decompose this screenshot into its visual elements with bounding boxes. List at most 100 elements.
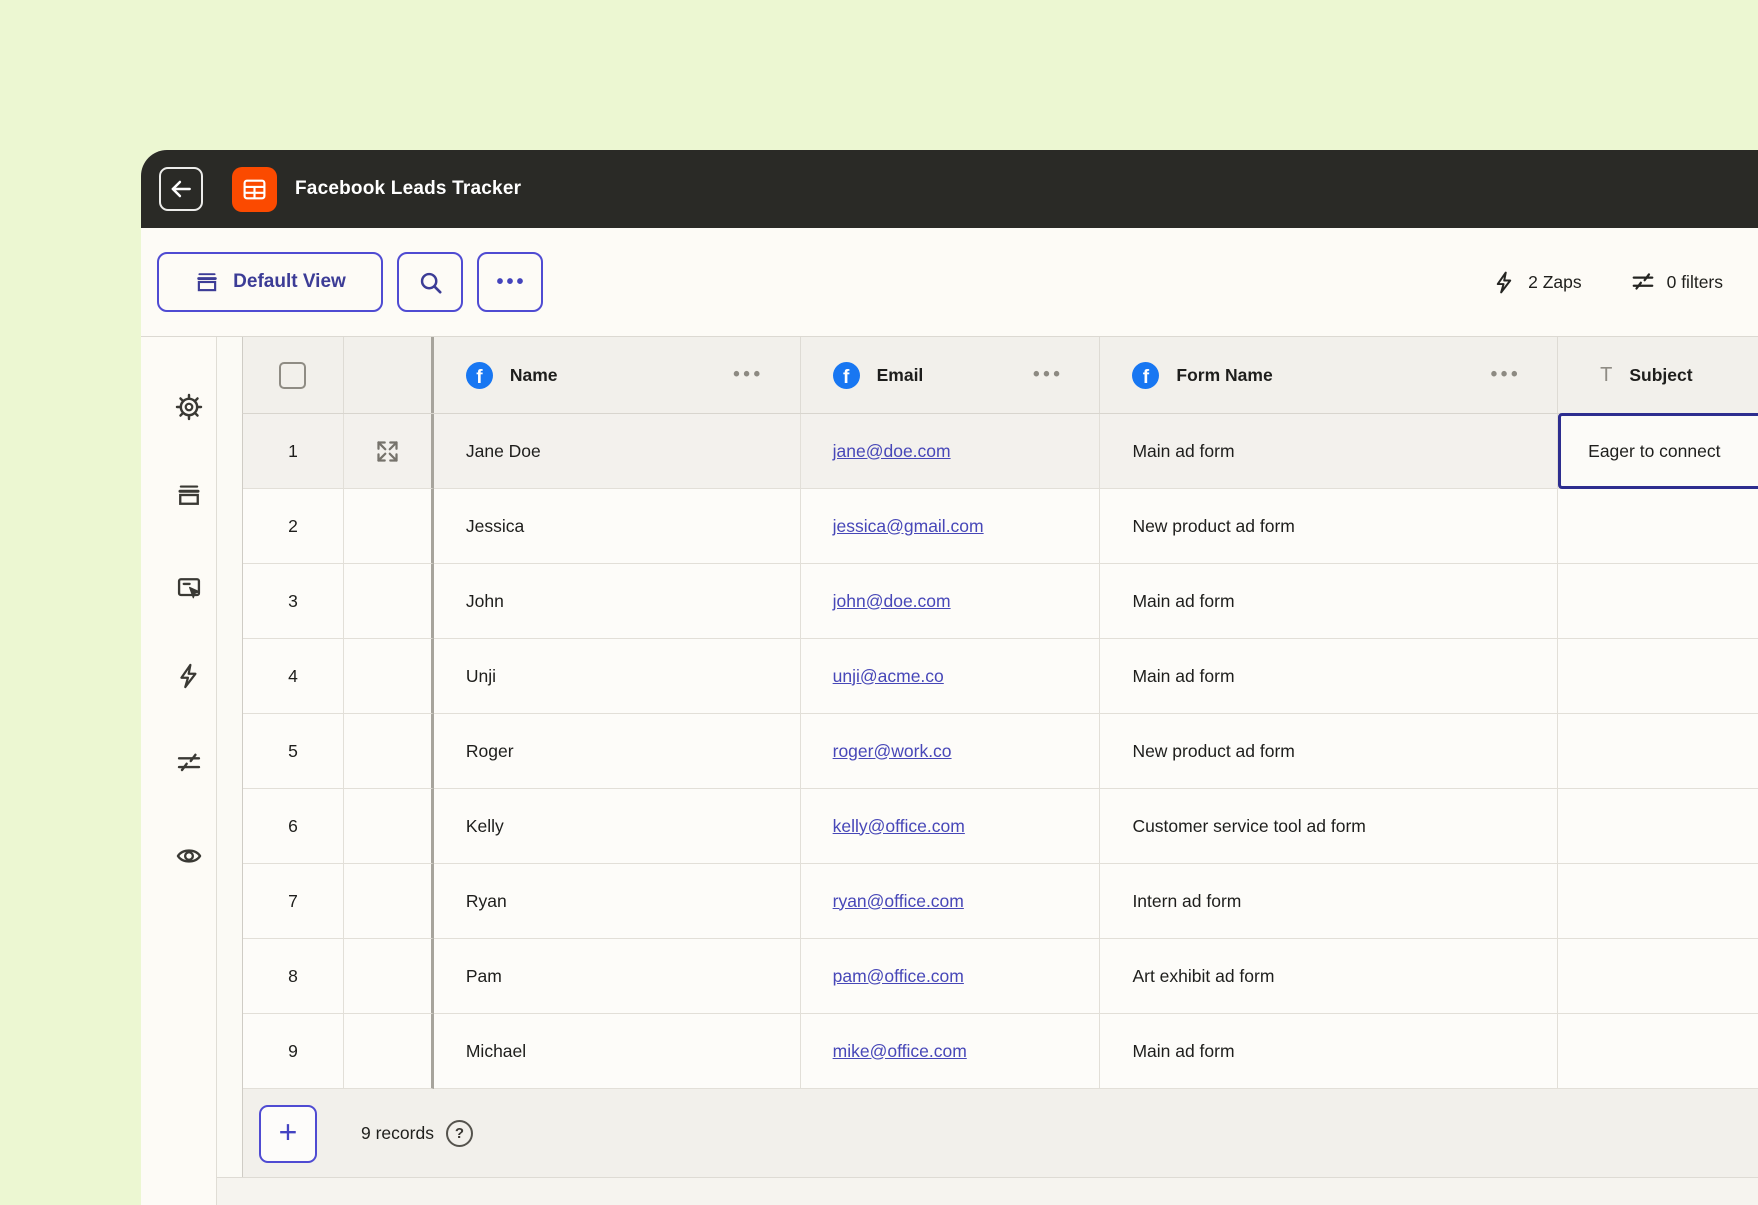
- row-number[interactable]: 5: [243, 714, 344, 789]
- email-link[interactable]: roger@work.co: [833, 741, 952, 762]
- page-cursor-icon[interactable]: [175, 574, 203, 602]
- cell-name[interactable]: Jane Doe: [433, 414, 801, 489]
- column-header-form-name[interactable]: f Form Name •••: [1100, 337, 1559, 413]
- cell-form-name[interactable]: Main ad form: [1100, 414, 1559, 489]
- help-icon[interactable]: ?: [445, 1120, 473, 1147]
- zaps-indicator[interactable]: 2 Zaps: [1492, 270, 1582, 295]
- column-header-subject[interactable]: T Subject: [1558, 337, 1758, 413]
- cell-subject[interactable]: [1558, 489, 1758, 564]
- cell-name[interactable]: Ryan: [433, 864, 801, 939]
- cell-email[interactable]: ryan@office.com: [800, 864, 1101, 939]
- table-row: 1 Jane Doe jane@doe.com Main ad form Eag…: [242, 413, 1758, 489]
- column-label: Email: [876, 364, 924, 385]
- row-expand-cell[interactable]: [343, 939, 434, 1014]
- cell-subject[interactable]: [1558, 789, 1758, 864]
- email-link[interactable]: unji@acme.co: [833, 666, 944, 687]
- cell-name[interactable]: Michael: [433, 1014, 801, 1089]
- filters-indicator[interactable]: 0 filters: [1630, 269, 1723, 295]
- email-link[interactable]: kelly@office.com: [833, 816, 965, 837]
- horizontal-scroll-track[interactable]: [217, 1177, 1758, 1205]
- cell-form-name[interactable]: Main ad form: [1100, 564, 1559, 639]
- cell-name[interactable]: Jessica: [433, 489, 801, 564]
- expand-record-icon[interactable]: [374, 438, 401, 465]
- row-number[interactable]: 2: [243, 489, 344, 564]
- facebook-icon: f: [465, 361, 493, 389]
- cell-email[interactable]: mike@office.com: [800, 1014, 1101, 1089]
- email-link[interactable]: pam@office.com: [833, 966, 964, 987]
- email-link[interactable]: jane@doe.com: [833, 441, 951, 462]
- search-button[interactable]: [397, 252, 463, 312]
- column-menu-icon[interactable]: •••: [1033, 364, 1063, 386]
- cell-form-name[interactable]: Art exhibit ad form: [1100, 939, 1559, 1014]
- email-link[interactable]: ryan@office.com: [833, 891, 964, 912]
- select-all-checkbox[interactable]: [279, 361, 307, 389]
- more-options-button[interactable]: •••: [477, 252, 543, 312]
- cell-subject-selected[interactable]: Eager to connect: [1558, 413, 1758, 489]
- title-bar: Facebook Leads Tracker: [141, 150, 1758, 228]
- cell-form-name[interactable]: New product ad form: [1100, 489, 1559, 564]
- cell-email[interactable]: unji@acme.co: [800, 639, 1101, 714]
- lightning-icon: [1492, 270, 1517, 295]
- select-all-cell: [243, 337, 344, 413]
- cell-name[interactable]: Unji: [433, 639, 801, 714]
- default-view-button[interactable]: Default View: [157, 252, 383, 312]
- default-view-label: Default View: [233, 271, 346, 292]
- row-number[interactable]: 6: [243, 789, 344, 864]
- eye-icon[interactable]: [175, 842, 203, 870]
- gear-icon[interactable]: [175, 393, 203, 421]
- row-expand-cell[interactable]: [343, 564, 434, 639]
- cell-form-name[interactable]: Main ad form: [1100, 1014, 1559, 1089]
- cell-email[interactable]: john@doe.com: [800, 564, 1101, 639]
- cell-form-name[interactable]: Customer service tool ad form: [1100, 789, 1559, 864]
- cell-email[interactable]: jessica@gmail.com: [800, 489, 1101, 564]
- column-header-email[interactable]: f Email •••: [801, 337, 1101, 413]
- row-expand-cell[interactable]: [343, 639, 434, 714]
- cell-email[interactable]: jane@doe.com: [800, 414, 1101, 489]
- selected-cell[interactable]: Eager to connect: [1558, 413, 1758, 489]
- table-row: 6 Kelly kelly@office.com Customer servic…: [242, 789, 1758, 864]
- column-menu-icon[interactable]: •••: [1491, 364, 1521, 386]
- cell-subject[interactable]: [1558, 639, 1758, 714]
- row-number[interactable]: 1: [243, 414, 344, 489]
- cell-name[interactable]: John: [433, 564, 801, 639]
- row-expand-cell[interactable]: [343, 789, 434, 864]
- cell-name[interactable]: Kelly: [433, 789, 801, 864]
- table-view-icon[interactable]: [175, 481, 203, 509]
- cell-name[interactable]: Pam: [433, 939, 801, 1014]
- email-link[interactable]: john@doe.com: [833, 591, 951, 612]
- column-label: Name: [509, 364, 558, 385]
- cell-email[interactable]: kelly@office.com: [800, 789, 1101, 864]
- cell-subject[interactable]: [1558, 939, 1758, 1014]
- cell-subject[interactable]: [1558, 1014, 1758, 1089]
- cell-email[interactable]: roger@work.co: [800, 714, 1101, 789]
- row-number[interactable]: 7: [243, 864, 344, 939]
- back-button[interactable]: [159, 167, 203, 211]
- cell-name[interactable]: Roger: [433, 714, 801, 789]
- row-number[interactable]: 8: [243, 939, 344, 1014]
- cell-form-name[interactable]: New product ad form: [1100, 714, 1559, 789]
- row-number[interactable]: 3: [243, 564, 344, 639]
- left-sidebar: [141, 337, 217, 1205]
- row-expand-cell[interactable]: [343, 864, 434, 939]
- table-row: 3 John john@doe.com Main ad form: [242, 564, 1758, 639]
- cell-form-name[interactable]: Intern ad form: [1100, 864, 1559, 939]
- cell-subject[interactable]: [1558, 864, 1758, 939]
- email-link[interactable]: mike@office.com: [833, 1041, 967, 1062]
- row-expand-cell[interactable]: [343, 489, 434, 564]
- row-expand-cell[interactable]: [343, 714, 434, 789]
- sliders-icon[interactable]: [175, 749, 203, 777]
- cell-form-name[interactable]: Main ad form: [1100, 639, 1559, 714]
- row-expand-cell[interactable]: [343, 414, 434, 489]
- cell-subject[interactable]: [1558, 714, 1758, 789]
- cell-subject[interactable]: [1558, 564, 1758, 639]
- filters-label: 0 filters: [1666, 271, 1723, 292]
- column-menu-icon[interactable]: •••: [733, 364, 763, 386]
- row-number[interactable]: 4: [243, 639, 344, 714]
- row-expand-cell[interactable]: [343, 1014, 434, 1089]
- row-number[interactable]: 9: [243, 1014, 344, 1089]
- add-record-button[interactable]: +: [259, 1104, 317, 1163]
- email-link[interactable]: jessica@gmail.com: [833, 516, 984, 537]
- cell-email[interactable]: pam@office.com: [800, 939, 1101, 1014]
- column-header-name[interactable]: f Name •••: [434, 337, 801, 413]
- lightning-icon[interactable]: [175, 662, 203, 690]
